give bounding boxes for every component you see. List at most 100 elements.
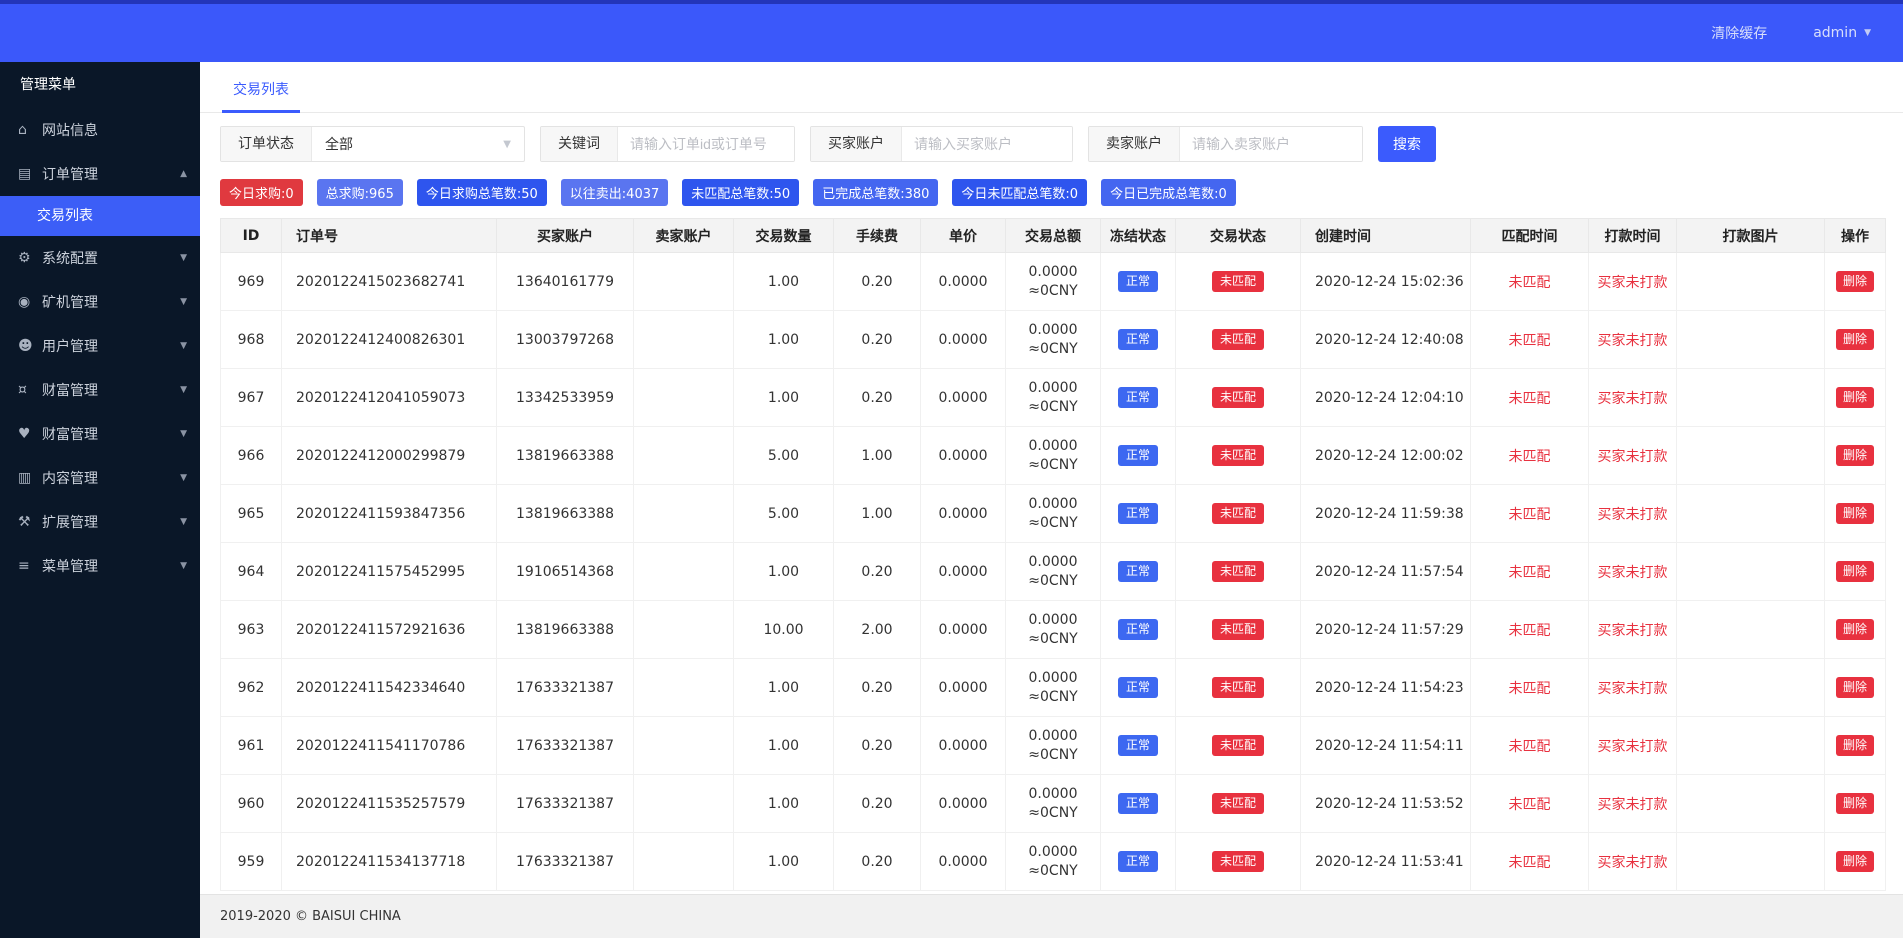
- sidebar-item-system-config[interactable]: ⚙系统配置▼: [0, 236, 200, 280]
- total-approx: ≈0CNY: [1010, 340, 1096, 359]
- cell-created: 2020-12-24 12:40:08: [1301, 311, 1471, 369]
- sidebar-item-extension-management[interactable]: ⚒扩展管理▼: [0, 500, 200, 544]
- total-amount: 0.0000: [1010, 263, 1096, 282]
- cell-fee: 0.20: [834, 311, 921, 369]
- filter-bar: 订单状态 全部 ▼ 关键词 买家账户 卖家账户 搜索: [220, 126, 1883, 162]
- delete-button[interactable]: 删除: [1836, 619, 1874, 640]
- clear-cache-button[interactable]: 清除缓存: [1711, 23, 1767, 43]
- table-row: 9622020122411542334640176333213871.000.2…: [221, 659, 1886, 717]
- sidebar-item-menu-management[interactable]: ≡菜单管理▼: [0, 544, 200, 588]
- seller-account-input[interactable]: [1180, 127, 1362, 161]
- cell-payment: 买家未打款: [1589, 253, 1677, 311]
- total-amount: 0.0000: [1010, 785, 1096, 804]
- column-header-order_no: 订单号: [282, 219, 497, 253]
- order-status-select[interactable]: 全部 ▼: [312, 127, 524, 161]
- cell-trade_status: 未匹配: [1176, 717, 1301, 775]
- cell-order_no: 2020122411572921636: [282, 601, 497, 659]
- cell-payment: 买家未打款: [1589, 427, 1677, 485]
- sidebar-item-miner-management[interactable]: ◉矿机管理▼: [0, 280, 200, 324]
- cell-pay_image: [1677, 775, 1825, 833]
- stat-badge: 今日求购:0: [220, 179, 303, 206]
- sidebar-item-wealth-management-1[interactable]: ¤财富管理▼: [0, 368, 200, 412]
- column-header-action: 操作: [1825, 219, 1886, 253]
- sidebar-item-label: 系统配置: [42, 248, 98, 268]
- cell-buyer: 17633321387: [497, 833, 634, 891]
- sidebar-item-user-management[interactable]: ☻用户管理▼: [0, 324, 200, 368]
- cell-trade_status: 未匹配: [1176, 659, 1301, 717]
- orders-table-wrap: ID订单号买家账户卖家账户交易数量手续费单价交易总额冻结状态交易状态创建时间匹配…: [220, 218, 1883, 894]
- cell-freeze: 正常: [1101, 311, 1176, 369]
- buyer-account-input[interactable]: [902, 127, 1072, 161]
- cell-created: 2020-12-24 11:53:41: [1301, 833, 1471, 891]
- cell-seller: [634, 833, 734, 891]
- delete-button[interactable]: 删除: [1836, 445, 1874, 466]
- cell-order_no: 2020122411535257579: [282, 775, 497, 833]
- sidebar-item-transaction-list[interactable]: 交易列表: [0, 196, 200, 236]
- cell-total: 0.0000≈0CNY: [1006, 369, 1101, 427]
- delete-button[interactable]: 删除: [1836, 677, 1874, 698]
- table-row: 9662020122412000299879138196633885.001.0…: [221, 427, 1886, 485]
- cell-freeze: 正常: [1101, 775, 1176, 833]
- cell-price: 0.0000: [921, 369, 1006, 427]
- delete-button[interactable]: 删除: [1836, 851, 1874, 872]
- seller-account-group: 卖家账户: [1088, 126, 1363, 162]
- delete-button[interactable]: 删除: [1836, 329, 1874, 350]
- cell-buyer: 13819663388: [497, 485, 634, 543]
- match-time-status: 未匹配: [1509, 681, 1551, 697]
- sidebar-item-content-management[interactable]: ▥内容管理▼: [0, 456, 200, 500]
- sidebar-item-label: 网站信息: [42, 120, 98, 140]
- cell-action: 删除: [1825, 311, 1886, 369]
- column-header-total: 交易总额: [1006, 219, 1101, 253]
- user-menu[interactable]: admin ▼: [1813, 25, 1871, 41]
- cell-qty: 1.00: [734, 775, 834, 833]
- total-amount: 0.0000: [1010, 495, 1096, 514]
- column-header-qty: 交易数量: [734, 219, 834, 253]
- trade-status-badge: 未匹配: [1212, 445, 1264, 466]
- total-approx: ≈0CNY: [1010, 862, 1096, 881]
- column-header-pay_image: 打款图片: [1677, 219, 1825, 253]
- cell-id: 962: [221, 659, 282, 717]
- cell-total: 0.0000≈0CNY: [1006, 253, 1101, 311]
- delete-button[interactable]: 删除: [1836, 503, 1874, 524]
- cell-pay_image: [1677, 311, 1825, 369]
- cell-freeze: 正常: [1101, 427, 1176, 485]
- cell-created: 2020-12-24 12:00:02: [1301, 427, 1471, 485]
- sidebar-item-website-info[interactable]: ⌂网站信息: [0, 108, 200, 152]
- table-row: 96320201224115729216361381966338810.002.…: [221, 601, 1886, 659]
- cell-created: 2020-12-24 11:59:38: [1301, 485, 1471, 543]
- delete-button[interactable]: 删除: [1836, 735, 1874, 756]
- cell-price: 0.0000: [921, 427, 1006, 485]
- cell-order_no: 2020122411593847356: [282, 485, 497, 543]
- cell-pay_image: [1677, 253, 1825, 311]
- cell-qty: 1.00: [734, 717, 834, 775]
- cell-buyer: 19106514368: [497, 543, 634, 601]
- cell-total: 0.0000≈0CNY: [1006, 601, 1101, 659]
- freeze-status-badge: 正常: [1118, 387, 1158, 408]
- cell-created: 2020-12-24 11:57:29: [1301, 601, 1471, 659]
- total-amount: 0.0000: [1010, 611, 1096, 630]
- sidebar-item-order-management[interactable]: ▤订单管理▲: [0, 152, 200, 196]
- delete-button[interactable]: 删除: [1836, 271, 1874, 292]
- total-amount: 0.0000: [1010, 553, 1096, 572]
- cell-seller: [634, 427, 734, 485]
- top-bar: 清除缓存 admin ▼: [0, 0, 1903, 62]
- cell-qty: 1.00: [734, 659, 834, 717]
- sidebar-item-wealth-management-2[interactable]: ♥财富管理▼: [0, 412, 200, 456]
- table-header-row: ID订单号买家账户卖家账户交易数量手续费单价交易总额冻结状态交易状态创建时间匹配…: [221, 219, 1886, 253]
- total-approx: ≈0CNY: [1010, 630, 1096, 649]
- delete-button[interactable]: 删除: [1836, 561, 1874, 582]
- sidebar-item-label: 内容管理: [42, 468, 98, 488]
- delete-button[interactable]: 删除: [1836, 793, 1874, 814]
- match-time-status: 未匹配: [1509, 797, 1551, 813]
- payment-time-status: 买家未打款: [1598, 275, 1668, 291]
- cell-freeze: 正常: [1101, 659, 1176, 717]
- chevron-down-icon: ▼: [180, 341, 187, 351]
- keyword-input[interactable]: [618, 127, 794, 161]
- delete-button[interactable]: 删除: [1836, 387, 1874, 408]
- search-button[interactable]: 搜索: [1378, 126, 1436, 162]
- tab-transaction-list[interactable]: 交易列表: [222, 79, 300, 113]
- cell-trade_status: 未匹配: [1176, 311, 1301, 369]
- sidebar-item-label: 订单管理: [42, 164, 98, 184]
- cell-total: 0.0000≈0CNY: [1006, 717, 1101, 775]
- cell-order_no: 2020122412000299879: [282, 427, 497, 485]
